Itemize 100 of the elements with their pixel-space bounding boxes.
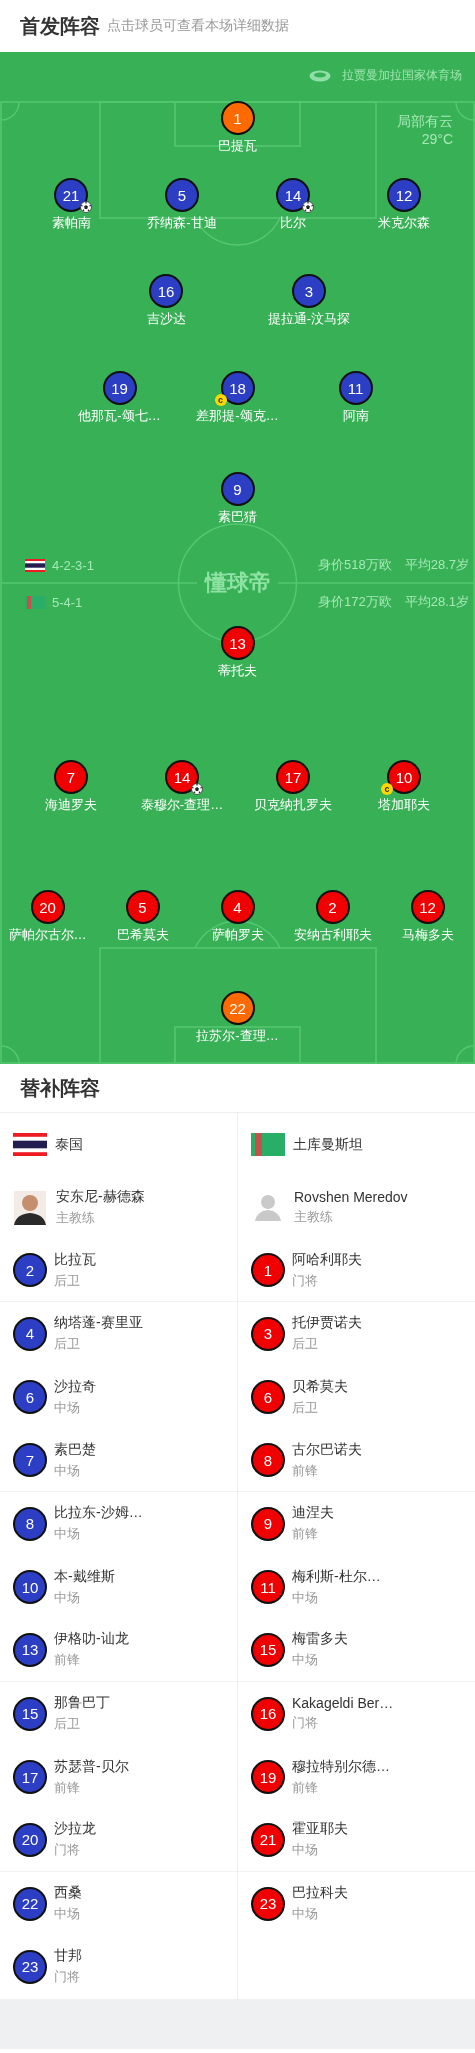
- player-number[interactable]: 6: [251, 1380, 285, 1415]
- player-number[interactable]: 11: [338, 371, 373, 405]
- captain-badge: c: [381, 783, 393, 795]
- player-position: 门将: [54, 1841, 81, 1860]
- player-name[interactable]: Kakageldi Ber…: [292, 1695, 394, 1712]
- player-name[interactable]: 伊格叻-讪龙: [54, 1630, 129, 1649]
- player-number[interactable]: 16: [149, 274, 183, 308]
- coach-name[interactable]: 安东尼-赫德森: [56, 1188, 145, 1206]
- player-position: 中场: [292, 1588, 319, 1607]
- coach-name[interactable]: Rovshen Meredov: [294, 1189, 408, 1205]
- player-number[interactable]: 3: [292, 274, 326, 308]
- player-number[interactable]: 14: [165, 760, 199, 794]
- player-number[interactable]: 2: [315, 890, 350, 924]
- player-name[interactable]: 本-戴维斯: [54, 1567, 115, 1586]
- player-position: 前锋: [54, 1651, 81, 1670]
- player-name[interactable]: 素巴楚: [54, 1440, 96, 1459]
- player-number[interactable]: 21: [54, 178, 88, 212]
- player-number[interactable]: 4: [220, 890, 255, 924]
- player-position: 门将: [292, 1271, 319, 1290]
- coach-role: 主教练: [294, 1208, 334, 1226]
- player-name[interactable]: 托伊贾诺夫: [292, 1314, 362, 1333]
- stadium-name: 拉贾曼加拉国家体育场: [342, 67, 462, 84]
- player-number[interactable]: 22: [13, 1886, 47, 1921]
- average-age: 平均28.7岁: [404, 556, 469, 574]
- player-name[interactable]: 巴拉科夫: [292, 1884, 348, 1903]
- player-number[interactable]: 9: [220, 472, 255, 506]
- player-position: 后卫: [54, 1715, 81, 1734]
- team-value: 身价172万欧: [318, 593, 392, 611]
- player-number[interactable]: 1: [251, 1253, 285, 1288]
- player-number[interactable]: 20: [30, 890, 65, 924]
- player-number[interactable]: 10: [13, 1570, 47, 1605]
- player-number[interactable]: 8: [251, 1443, 285, 1478]
- player-name[interactable]: 贝希莫夫: [292, 1377, 348, 1396]
- player-number[interactable]: 19: [102, 371, 137, 405]
- player-position: 前锋: [54, 1778, 81, 1797]
- player-name[interactable]: 比拉瓦: [54, 1250, 96, 1269]
- player-name[interactable]: 阿哈利耶夫: [292, 1250, 362, 1269]
- coach-role: 主教练: [56, 1209, 96, 1227]
- player-number[interactable]: 2: [13, 1253, 47, 1288]
- player-name[interactable]: 霍亚耶夫: [292, 1820, 348, 1839]
- player-position: 后卫: [292, 1335, 319, 1354]
- player-position: 后卫: [54, 1271, 81, 1290]
- player-number[interactable]: 16: [251, 1696, 285, 1731]
- team-name: 土库曼斯坦: [293, 1135, 363, 1154]
- player-number[interactable]: 13: [13, 1632, 47, 1667]
- player-number[interactable]: 17: [276, 760, 310, 794]
- player-number[interactable]: 5: [125, 890, 160, 924]
- player-position: 前锋: [292, 1525, 319, 1544]
- flag-icon: [25, 558, 45, 572]
- section-title: 替补阵容: [20, 1075, 100, 1101]
- player-number[interactable]: 11: [251, 1570, 285, 1605]
- coach-avatar[interactable]: [14, 1190, 46, 1225]
- player-number[interactable]: 19: [251, 1760, 285, 1794]
- player-number[interactable]: 13: [220, 626, 255, 660]
- player-number[interactable]: 17: [13, 1760, 47, 1794]
- player-position: 中场: [292, 1841, 319, 1860]
- team-name: 泰国: [55, 1135, 83, 1154]
- player-number[interactable]: 14: [276, 178, 310, 212]
- player-name[interactable]: 迪涅夫: [292, 1504, 334, 1523]
- player-name[interactable]: 沙拉龙: [54, 1820, 96, 1839]
- player-name[interactable]: 古尔巴诺夫: [292, 1440, 362, 1459]
- player-name[interactable]: 那鲁巴丁: [54, 1694, 110, 1713]
- player-name[interactable]: 穆拉特别尔德…: [292, 1757, 390, 1776]
- section-title: 首发阵容: [20, 13, 100, 39]
- player-number[interactable]: 21: [251, 1822, 285, 1857]
- player-number[interactable]: 12: [410, 890, 445, 924]
- player-number[interactable]: 7: [54, 760, 88, 794]
- player-position: 前锋: [292, 1778, 319, 1797]
- player-number[interactable]: 23: [13, 1949, 47, 1984]
- pitch-logo: 懂球帝: [203, 570, 272, 596]
- player-name[interactable]: 苏瑟普-贝尔: [54, 1757, 129, 1776]
- player-position: 门将: [292, 1714, 319, 1733]
- player-position: 中场: [54, 1398, 81, 1417]
- player-number[interactable]: 12: [387, 178, 421, 212]
- player-number[interactable]: 3: [251, 1316, 285, 1351]
- player-name[interactable]: 甘邦: [54, 1947, 82, 1966]
- player-number[interactable]: 9: [251, 1506, 285, 1541]
- player-name[interactable]: 沙拉奇: [54, 1377, 96, 1396]
- player-number[interactable]: 8: [13, 1506, 47, 1541]
- player-name[interactable]: 梅雷多夫: [292, 1630, 348, 1649]
- section-hint: 点击球员可查看本场详细数据: [107, 17, 289, 35]
- player-number[interactable]: 23: [251, 1886, 285, 1921]
- player-position: 前锋: [292, 1461, 319, 1480]
- flag-icon: [251, 1133, 285, 1156]
- player-name[interactable]: 纳塔蓬-赛里亚: [54, 1314, 143, 1333]
- player-number[interactable]: 15: [251, 1632, 285, 1667]
- team-value: 身价518万欧: [318, 556, 392, 574]
- player-name[interactable]: 比拉东-沙姆…: [54, 1504, 143, 1523]
- temperature-label: 29°C: [421, 131, 453, 147]
- flag-icon: [25, 595, 45, 609]
- player-number[interactable]: 15: [13, 1696, 47, 1731]
- player-name[interactable]: 梅利斯-杜尔…: [292, 1567, 381, 1586]
- player-name[interactable]: 西桑: [54, 1884, 82, 1903]
- player-number[interactable]: 6: [13, 1380, 47, 1415]
- player-number[interactable]: 4: [13, 1316, 47, 1351]
- player-position: 后卫: [54, 1335, 81, 1354]
- player-number[interactable]: 5: [165, 178, 199, 212]
- stadium-icon: [309, 69, 331, 82]
- player-number[interactable]: 7: [13, 1443, 47, 1478]
- player-number[interactable]: 20: [13, 1822, 47, 1857]
